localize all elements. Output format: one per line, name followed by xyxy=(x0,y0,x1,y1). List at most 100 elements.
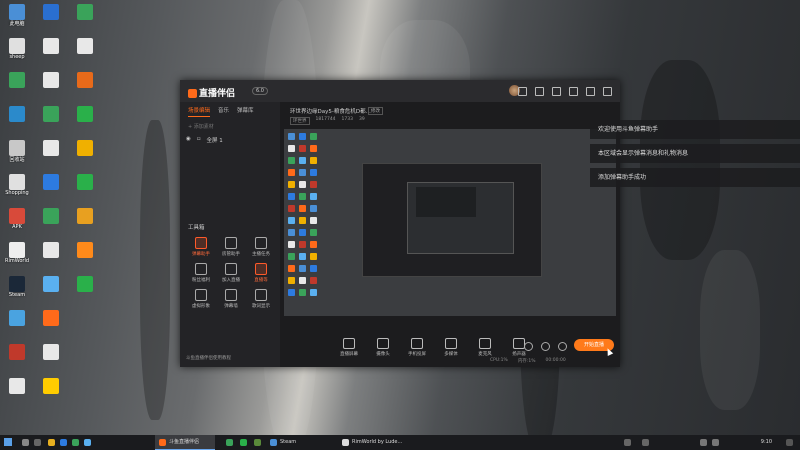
desktop-icon[interactable] xyxy=(4,378,30,412)
task-view-icon[interactable] xyxy=(34,439,41,446)
settings-icon[interactable] xyxy=(558,342,567,351)
app-icon[interactable] xyxy=(226,439,233,446)
tool-item[interactable]: 主播任务 xyxy=(246,237,276,257)
tray-icon[interactable] xyxy=(642,439,649,446)
desktop-icon[interactable] xyxy=(72,174,98,208)
tool-icon xyxy=(255,237,267,249)
desktop-icon[interactable] xyxy=(72,208,98,242)
source-button[interactable]: 摄像头 xyxy=(372,338,394,357)
tray-icon[interactable] xyxy=(624,439,631,446)
minimize-button[interactable] xyxy=(586,87,595,96)
desktop-icon[interactable] xyxy=(38,310,64,344)
settings-icon[interactable] xyxy=(552,87,561,96)
desktop-icon[interactable] xyxy=(4,106,30,140)
beauty-icon[interactable] xyxy=(541,342,550,351)
edge-icon[interactable] xyxy=(60,439,67,446)
desktop-icon[interactable] xyxy=(4,72,30,106)
tool-item[interactable]: 虚拟形象 xyxy=(186,289,216,309)
file-explorer-icon[interactable] xyxy=(48,439,55,446)
tool-item[interactable]: 歌词显示 xyxy=(246,289,276,309)
start-button[interactable] xyxy=(4,438,12,446)
tool-item[interactable]: 房管助手 xyxy=(216,237,246,257)
source-button-icon xyxy=(377,338,389,349)
desktop-icon[interactable] xyxy=(38,276,64,310)
desktop-icon[interactable] xyxy=(38,378,64,412)
app-logo: 直播伴侣 xyxy=(188,86,235,99)
category-badge[interactable]: 环世界 xyxy=(290,117,310,125)
preview-nested-window xyxy=(362,163,542,277)
eye-icon[interactable]: ◉ xyxy=(186,136,191,144)
desktop-icon[interactable] xyxy=(72,242,98,276)
desktop-icon[interactable]: 此电脑 xyxy=(4,4,30,38)
preview-desktop-icon xyxy=(288,205,295,212)
close-button[interactable] xyxy=(603,87,612,96)
desktop-icon[interactable] xyxy=(72,38,98,72)
source-button[interactable]: 直播屏幕 xyxy=(338,338,360,357)
search-icon[interactable] xyxy=(22,439,29,446)
desktop-icon[interactable] xyxy=(72,140,98,174)
desktop-icon[interactable] xyxy=(38,174,64,208)
network-icon[interactable] xyxy=(700,439,707,446)
tab-danmaku-library[interactable]: 弹幕库 xyxy=(237,106,254,117)
add-source-button[interactable]: + 添加素材 xyxy=(188,123,272,130)
tool-item[interactable]: 粉丝福利 xyxy=(186,263,216,283)
volume-icon[interactable] xyxy=(712,439,719,446)
source-button[interactable]: 多媒体 xyxy=(440,338,462,357)
desktop-icon[interactable] xyxy=(38,72,64,106)
tab-scene-edit[interactable]: 场景编辑 xyxy=(188,106,211,117)
desktop-icon[interactable] xyxy=(4,310,30,344)
tool-item[interactable]: 加入直播 xyxy=(216,263,246,283)
desktop-icon[interactable]: RimWorld xyxy=(4,242,30,276)
message-icon[interactable] xyxy=(535,87,544,96)
notification-success: 添加弹幕助手成功 xyxy=(590,168,800,187)
desktop-icon[interactable]: Steam xyxy=(4,276,30,310)
desktop-icon[interactable]: Shopping xyxy=(4,174,30,208)
desktop-icon[interactable]: 回收站 xyxy=(4,140,30,174)
desktop-icon[interactable] xyxy=(72,276,98,310)
desktop-icon-label: sheep xyxy=(9,54,25,60)
tool-item[interactable]: 弹幕墙 xyxy=(216,289,246,309)
desktop-icon[interactable] xyxy=(72,4,98,38)
menu-icon[interactable] xyxy=(569,87,578,96)
source-item[interactable]: ◉ ▫ 全屏 1 xyxy=(186,136,274,144)
desktop-icon[interactable] xyxy=(72,72,98,106)
tool-item[interactable]: 直播等 xyxy=(246,263,276,283)
qq-icon[interactable] xyxy=(84,439,91,446)
source-button[interactable]: 手机投屏 xyxy=(406,338,428,357)
app-icon[interactable] xyxy=(240,439,247,446)
desktop-icon[interactable] xyxy=(38,208,64,242)
notification-center-icon[interactable] xyxy=(786,439,793,446)
tab-music[interactable]: 音乐 xyxy=(218,106,229,117)
tool-item[interactable]: 弹幕助手 xyxy=(186,237,216,257)
tutorial-link[interactable]: 斗鱼直播伴侣使用教程 xyxy=(186,355,231,361)
clock[interactable]: 9:10 xyxy=(761,435,772,450)
desktop-icon[interactable] xyxy=(38,344,64,378)
preview-desktop-icon xyxy=(299,253,306,260)
desktop-icon[interactable]: sheep xyxy=(4,38,30,72)
stream-preview[interactable] xyxy=(284,129,616,316)
desktop-icon[interactable] xyxy=(38,242,64,276)
desktop-icon[interactable] xyxy=(72,106,98,140)
source-button[interactable]: 麦克风 xyxy=(474,338,496,357)
desktop-icon[interactable] xyxy=(38,4,64,38)
taskbar-app-steam[interactable]: Steam xyxy=(266,435,336,450)
wechat-icon[interactable] xyxy=(72,439,79,446)
shortcut-icon xyxy=(43,242,59,258)
skin-icon[interactable] xyxy=(518,87,527,96)
version-badge[interactable]: 6.0 xyxy=(252,87,268,95)
desktop-icon[interactable] xyxy=(38,106,64,140)
taskbar-app-live-companion[interactable]: 斗鱼直播伴侣 xyxy=(155,435,215,450)
edit-title-button[interactable]: 修改 xyxy=(368,107,383,115)
desktop-icon[interactable] xyxy=(38,38,64,72)
desktop-icon[interactable]: APK xyxy=(4,208,30,242)
taskbar-app-rimworld[interactable]: RimWorld by Lude... xyxy=(338,435,408,450)
source-button-label: 直播屏幕 xyxy=(340,352,358,357)
desktop-icon[interactable] xyxy=(4,344,30,378)
desktop-icon[interactable] xyxy=(38,140,64,174)
app-icon[interactable] xyxy=(254,439,261,446)
title-bar-controls xyxy=(518,87,612,96)
lock-icon[interactable]: ▫ xyxy=(197,136,201,144)
shortcut-icon xyxy=(77,208,93,224)
record-icon[interactable] xyxy=(524,342,533,351)
preview-desktop-icon xyxy=(299,145,306,152)
